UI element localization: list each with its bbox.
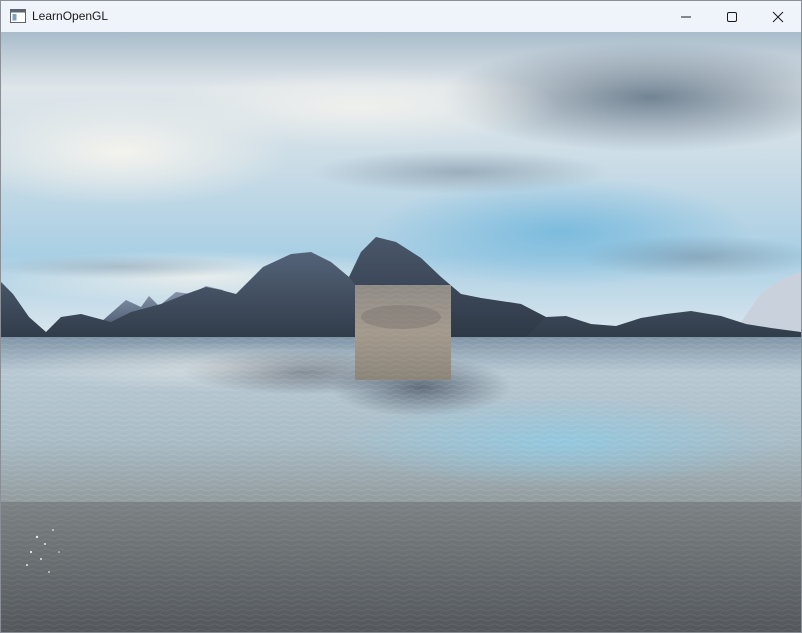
cloud	[1, 255, 251, 279]
quad-texture-spot	[361, 305, 441, 329]
window-controls	[663, 1, 801, 32]
app-icon	[10, 9, 26, 23]
app-window: LearnOpenGL	[0, 0, 802, 633]
maximize-button[interactable]	[709, 1, 755, 32]
quad-texture	[355, 285, 451, 380]
minimize-button[interactable]	[663, 1, 709, 32]
maximize-icon	[727, 11, 737, 22]
close-button[interactable]	[755, 1, 801, 32]
opengl-viewport[interactable]	[1, 32, 801, 632]
water-near-shade	[1, 502, 801, 632]
cloud	[161, 67, 561, 147]
window-title: LearnOpenGL	[32, 9, 109, 23]
title-bar[interactable]: LearnOpenGL	[1, 1, 801, 32]
close-icon	[772, 11, 784, 22]
scene-render	[1, 32, 801, 632]
minimize-icon	[681, 16, 691, 17]
